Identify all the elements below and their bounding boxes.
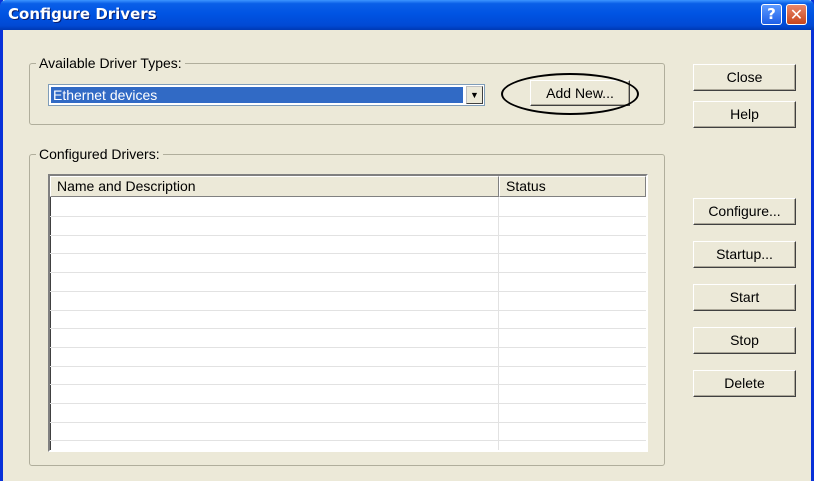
help-icon[interactable]: ? [761, 4, 782, 25]
list-row-separator [50, 234, 646, 236]
list-row-separator [50, 309, 646, 311]
driver-type-dropdown[interactable]: Ethernet devices ▼ [48, 84, 485, 106]
delete-button[interactable]: Delete [693, 370, 796, 397]
list-row-separator [50, 403, 646, 404]
startup-button[interactable]: Startup... [693, 241, 796, 268]
selected-driver-type: Ethernet devices [51, 87, 463, 103]
list-row-separator [50, 328, 646, 330]
configured-drivers-list[interactable]: Name and Description Status [48, 174, 648, 452]
stop-button[interactable]: Stop [693, 327, 796, 354]
help-button[interactable]: Help [693, 101, 796, 128]
list-row-separator [50, 216, 646, 217]
list-row-separator [50, 421, 646, 423]
title-bar[interactable]: Configure Drivers ? ✕ [0, 0, 814, 30]
list-row-separator [50, 440, 646, 442]
configured-drivers-label: Configured Drivers: [36, 146, 163, 162]
start-button[interactable]: Start [693, 284, 796, 311]
column-header-name[interactable]: Name and Description [50, 176, 499, 197]
highlight-annotation-circle [501, 73, 639, 115]
close-button[interactable]: Close [693, 64, 796, 91]
configure-button[interactable]: Configure... [693, 198, 796, 225]
list-row-separator [50, 253, 646, 255]
close-icon[interactable]: ✕ [786, 4, 807, 25]
chevron-down-icon[interactable]: ▼ [466, 86, 483, 104]
list-header: Name and Description Status [50, 176, 646, 197]
window-title: Configure Drivers [8, 5, 157, 23]
available-driver-types-label: Available Driver Types: [36, 55, 185, 71]
list-row-separator [50, 346, 646, 348]
list-row-separator [50, 365, 646, 367]
list-row-separator [50, 272, 646, 274]
list-row-separator [50, 290, 646, 292]
list-row-separator [50, 384, 646, 386]
column-header-status[interactable]: Status [499, 176, 646, 197]
